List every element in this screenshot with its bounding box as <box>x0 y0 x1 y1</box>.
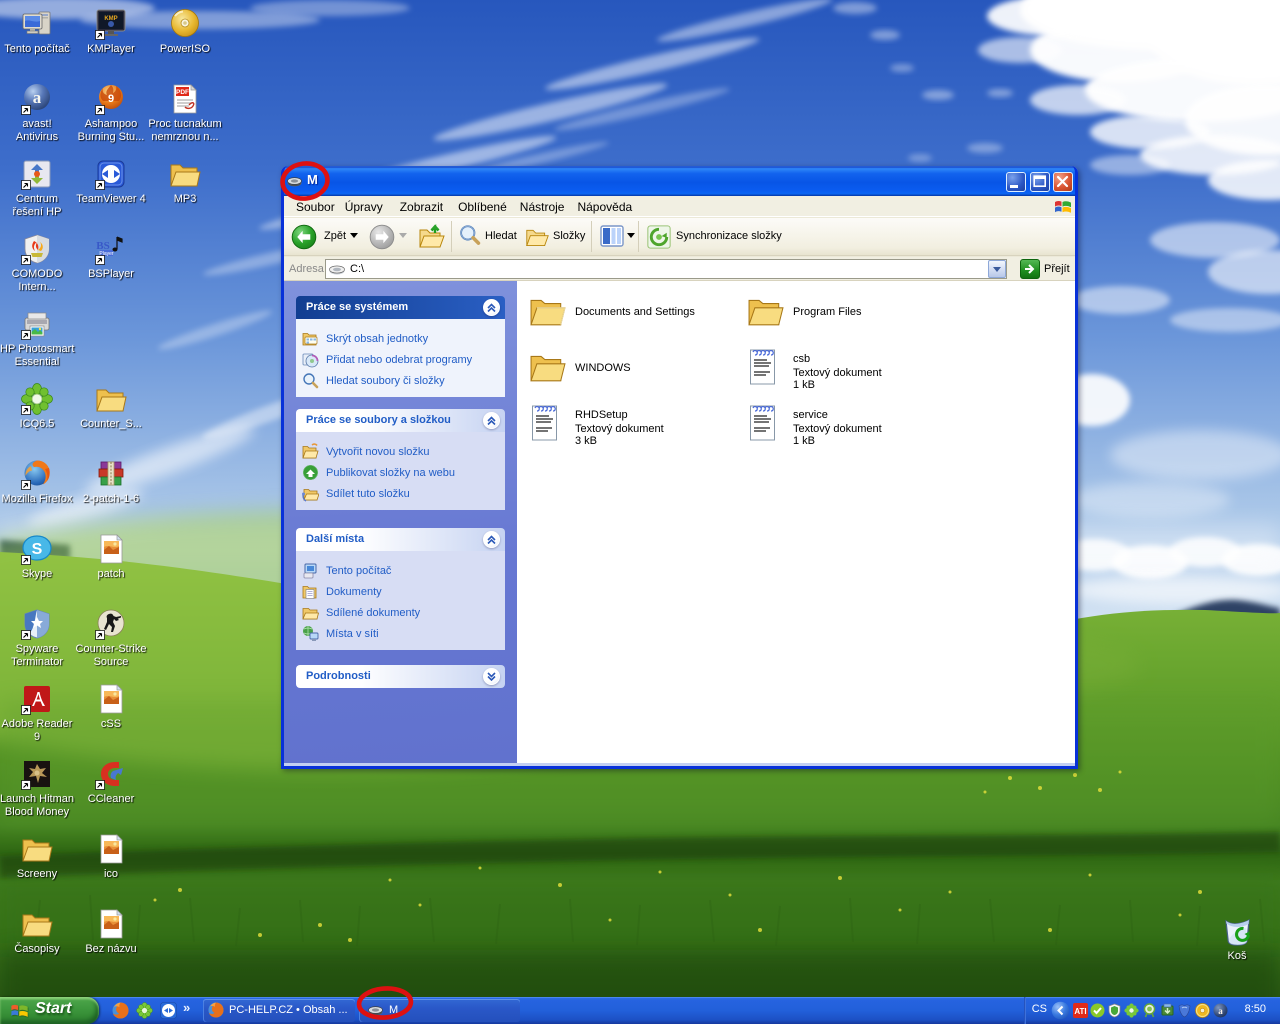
svg-text:PDF: PDF <box>176 89 189 96</box>
svg-text:9: 9 <box>108 93 114 105</box>
svg-text:ATI: ATI <box>1074 1007 1086 1016</box>
svg-text:a: a <box>33 88 42 107</box>
svg-text:S: S <box>32 541 43 558</box>
svg-text:a: a <box>1218 1006 1223 1016</box>
